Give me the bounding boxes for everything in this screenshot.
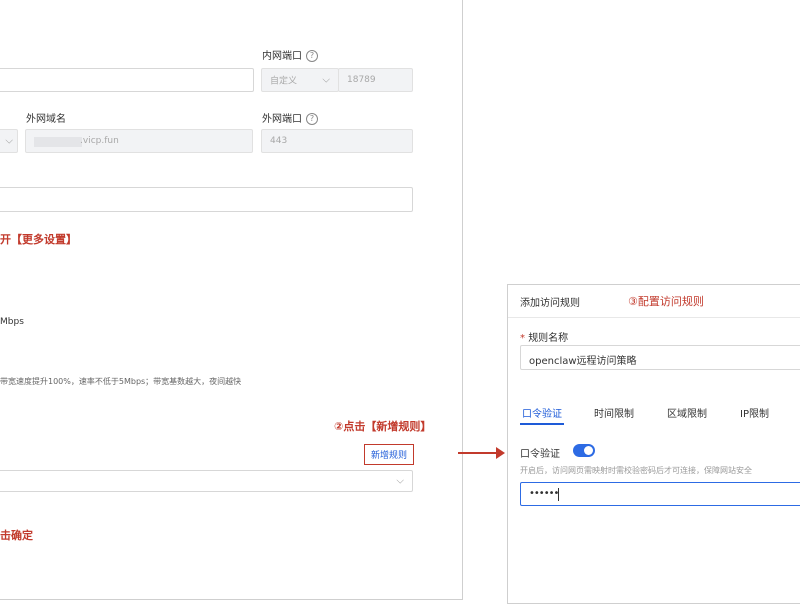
external-domain-input[interactable]: .vicp.fun: [25, 129, 253, 153]
password-input[interactable]: ••••••: [520, 482, 800, 506]
chevron-down-icon: ⌵: [322, 74, 330, 86]
internal-port-mode-value: 自定义: [270, 76, 298, 87]
add-rule-button[interactable]: 新增规则: [364, 444, 415, 465]
annotation-arrow-head: [496, 447, 505, 459]
internal-port-mode-select[interactable]: 自定义 ⌵: [261, 68, 339, 92]
annotation-configure-rule: ③配置访问规则: [628, 295, 704, 308]
tab-time-limit[interactable]: 时间限制: [594, 405, 634, 420]
internal-port-label-row: 内网端口?: [262, 47, 318, 62]
tab-region-limit[interactable]: 区域限制: [667, 405, 707, 420]
annotation-arrow-line: [458, 452, 498, 454]
rule-select[interactable]: ⌵: [0, 470, 413, 492]
internal-address-input[interactable]: [0, 68, 254, 92]
help-icon[interactable]: ?: [306, 113, 318, 125]
password-verify-label: 口令验证: [520, 449, 560, 460]
internal-port-input[interactable]: 18789: [338, 68, 413, 92]
dialog-header: 添加访问规则 ③配置访问规则: [508, 285, 800, 318]
annotation-confirm: 击确定: [0, 529, 33, 542]
password-value: ••••••: [529, 488, 559, 499]
chevron-down-icon: ⌵: [396, 475, 404, 487]
protocol-select[interactable]: ⌵: [0, 129, 18, 153]
external-port-label-row: 外网端口?: [262, 110, 318, 125]
rule-name-input[interactable]: openclaw远程访问策略: [520, 345, 800, 370]
external-domain-label: 外网域名: [26, 114, 66, 125]
rule-name-label-row: * 规则名称: [520, 329, 568, 344]
toggle-knob: [584, 446, 593, 455]
rule-name-value: openclaw远程访问策略: [529, 356, 637, 367]
help-icon[interactable]: ?: [306, 50, 318, 62]
blurred-subdomain: [34, 137, 82, 147]
tab-ip-limit[interactable]: IP限制: [740, 405, 769, 420]
tab-password-verify[interactable]: 口令验证: [522, 405, 562, 420]
chevron-down-icon: ⌵: [5, 135, 13, 147]
password-verify-toggle[interactable]: [573, 444, 595, 457]
port-mapping-form-panel: 内网端口? 自定义 ⌵ 18789 外网域名 外网端口? ⌵ .vicp.fun…: [0, 0, 463, 600]
rule-name-label: 规则名称: [528, 333, 569, 344]
annotation-more-settings: 开【更多设置】: [0, 233, 77, 246]
bandwidth-unit: Mbps: [0, 317, 24, 327]
required-mark: *: [520, 333, 525, 344]
internal-port-value: 18789: [347, 75, 376, 85]
external-port-label: 外网端口: [262, 114, 302, 125]
dialog-title: 添加访问规则: [520, 298, 580, 309]
active-tab-indicator: [520, 423, 564, 425]
annotation-add-rule: ②点击【新增规则】: [334, 420, 432, 433]
password-verify-description: 开启后，访问网页需映射时需校验密码后才可连接，保障网站安全: [520, 466, 752, 475]
internal-port-label: 内网端口: [262, 51, 302, 62]
external-port-input[interactable]: 443: [261, 129, 413, 153]
external-domain-value: .vicp.fun: [80, 136, 119, 146]
text-cursor: [558, 488, 559, 501]
add-access-rule-dialog: 添加访问规则 ③配置访问规则 * 规则名称 openclaw远程访问策略 口令验…: [507, 284, 800, 604]
description-input[interactable]: [0, 187, 413, 212]
external-port-value: 443: [270, 136, 288, 146]
bandwidth-description: 带宽速度提升100%，速率不低于5Mbps；带宽基数越大，夜间越快: [0, 377, 242, 386]
